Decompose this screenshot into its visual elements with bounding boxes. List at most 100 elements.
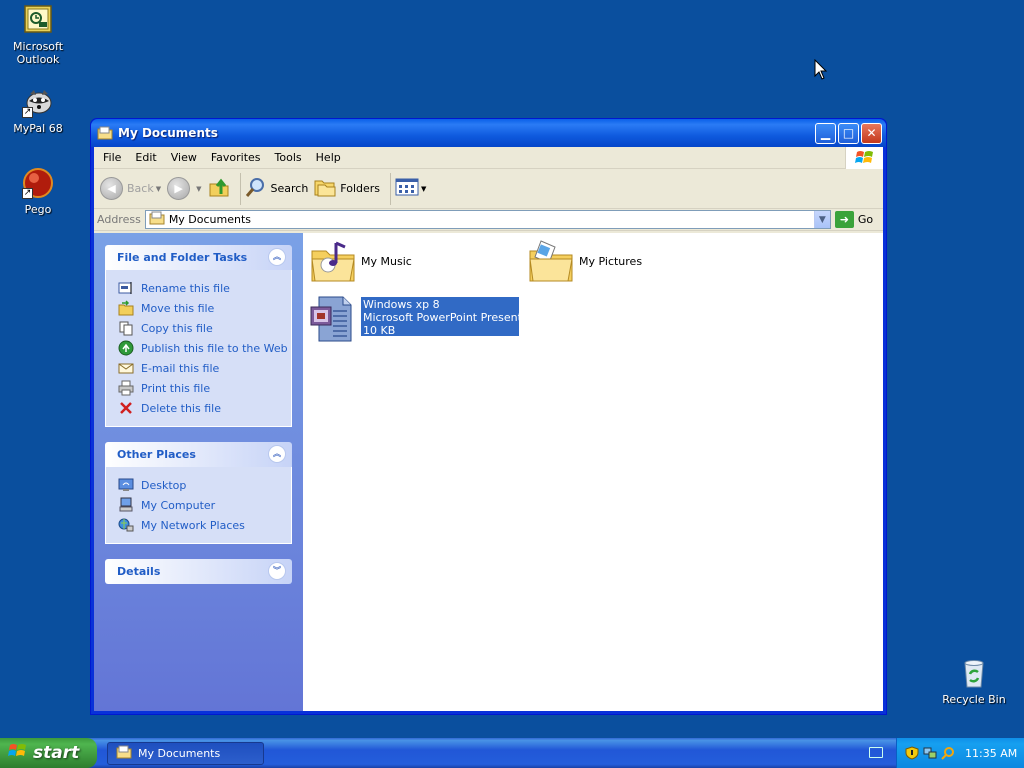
pictures-folder-icon — [527, 237, 575, 285]
desktop-icon-label: Recycle Bin — [942, 693, 1006, 706]
address-field[interactable]: My Documents ▼ — [144, 210, 831, 229]
address-dropdown-button[interactable]: ▼ — [813, 211, 830, 228]
desktop-icon-label: MyPal 68 — [13, 122, 63, 135]
link-label: My Computer — [141, 498, 216, 512]
globe-icon — [118, 340, 134, 356]
up-folder-button[interactable] — [208, 176, 230, 201]
file-type: Microsoft PowerPoint Present... — [363, 311, 519, 324]
go-arrow-icon: ➜ — [834, 211, 854, 228]
search-button[interactable]: Search — [245, 176, 309, 201]
window-client: File Edit View Favorites Tools Help ◀ Ba… — [94, 147, 883, 711]
maximize-icon: □ — [842, 126, 855, 140]
go-button[interactable]: ➜ Go — [834, 211, 874, 228]
other-places-list: Desktop My Computer My Network Places — [105, 467, 292, 544]
folders-button[interactable]: Folders — [314, 177, 380, 200]
details-panel: Details ︾ — [105, 559, 292, 584]
back-button[interactable]: ◀ Back ▼ — [100, 177, 161, 200]
menu-tools[interactable]: Tools — [268, 151, 309, 164]
search-tray-icon[interactable] — [941, 746, 955, 760]
menu-help[interactable]: Help — [309, 151, 348, 164]
forward-arrow-icon: ▶ — [167, 177, 191, 200]
menu-view[interactable]: View — [164, 151, 204, 164]
file-folder-tasks-header[interactable]: File and Folder Tasks ︽ — [105, 245, 292, 270]
delete-file-link[interactable]: Delete this file — [118, 398, 291, 418]
network-icon — [118, 517, 134, 533]
mypal-icon: ↗ — [22, 86, 54, 118]
menu-bar: File Edit View Favorites Tools Help — [94, 147, 883, 169]
windows-logo-icon — [845, 147, 883, 169]
link-label: Delete this file — [141, 401, 221, 415]
other-places-panel: Other Places ︽ Desktop My Computer My Ne… — [105, 442, 292, 544]
explorer-window: My Documents ▁ □ ✕ File Edit View Favori… — [90, 118, 887, 715]
my-network-places-link[interactable]: My Network Places — [118, 515, 291, 535]
link-label: Move this file — [141, 301, 215, 315]
menu-favorites[interactable]: Favorites — [204, 151, 268, 164]
copy-file-link[interactable]: Copy this file — [118, 318, 291, 338]
folder-item-my-pictures[interactable]: My Pictures — [527, 237, 642, 285]
chevron-down-icon: ▼ — [818, 214, 826, 225]
link-label: Rename this file — [141, 281, 230, 295]
minimize-button[interactable]: ▁ — [815, 122, 836, 144]
windows-flag-icon — [8, 742, 28, 765]
window-title: My Documents — [118, 126, 218, 140]
menu-edit[interactable]: Edit — [128, 151, 163, 164]
selected-file-label[interactable]: Windows xp 8 Microsoft PowerPoint Presen… — [361, 297, 519, 336]
other-places-header[interactable]: Other Places ︽ — [105, 442, 292, 467]
desktop-icon-recycle-bin[interactable]: Recycle Bin — [936, 657, 1012, 706]
printer-icon — [118, 380, 134, 396]
desktop-link[interactable]: Desktop — [118, 475, 291, 495]
maximize-button[interactable]: □ — [838, 122, 859, 144]
desktop-icon-pego[interactable]: ↗ Pego — [0, 167, 76, 216]
panel-title: File and Folder Tasks — [117, 251, 248, 264]
link-label: Print this file — [141, 381, 211, 395]
address-value: My Documents — [168, 213, 252, 226]
taskbar-button-my-documents[interactable]: My Documents — [107, 741, 264, 765]
desktop-icon-mypal[interactable]: ↗ MyPal 68 — [0, 86, 76, 135]
toolbar-separator — [239, 172, 241, 205]
back-label: Back — [127, 182, 154, 195]
forward-button[interactable]: ▶ ▼ — [167, 177, 202, 200]
delete-x-icon — [118, 400, 134, 416]
go-label: Go — [857, 213, 874, 226]
link-label: E-mail this file — [141, 361, 220, 375]
task-button-label: My Documents — [138, 746, 221, 760]
print-file-link[interactable]: Print this file — [118, 378, 291, 398]
move-icon — [118, 300, 134, 316]
publish-web-link[interactable]: Publish this file to the Web — [118, 338, 291, 358]
title-bar[interactable]: My Documents ▁ □ ✕ — [91, 119, 886, 147]
copy-icon — [118, 320, 134, 336]
keyboard-icon[interactable] — [869, 747, 883, 758]
file-item-windows-xp-8[interactable] — [309, 295, 361, 343]
views-button[interactable]: ▼ — [395, 178, 426, 199]
computer-icon — [118, 497, 134, 513]
dropdown-arrow-icon: ▼ — [155, 184, 162, 193]
email-file-link[interactable]: E-mail this file — [118, 358, 291, 378]
collapse-icon[interactable]: ︽ — [268, 248, 286, 266]
file-size: 10 KB — [363, 324, 396, 336]
expand-icon[interactable]: ︾ — [268, 562, 286, 580]
menu-file[interactable]: File — [96, 151, 128, 164]
security-shield-icon[interactable] — [905, 746, 919, 760]
explorer-body: File and Folder Tasks ︽ Rename this file — [94, 233, 883, 711]
collapse-icon[interactable]: ︽ — [268, 445, 286, 463]
move-file-link[interactable]: Move this file — [118, 298, 291, 318]
close-button[interactable]: ✕ — [861, 122, 882, 144]
system-tray: 11:35 AM — [896, 738, 1024, 768]
clock[interactable]: 11:35 AM — [965, 747, 1017, 760]
network-tray-icon[interactable] — [923, 746, 937, 760]
file-tasks-list: Rename this file Move this file Copy thi… — [105, 270, 292, 427]
desktop-icon-outlook[interactable]: Microsoft Outlook — [0, 4, 76, 66]
back-arrow-icon: ◀ — [100, 177, 123, 200]
outlook-icon — [22, 4, 54, 36]
start-button[interactable]: start — [0, 738, 97, 768]
folder-item-my-music[interactable]: My Music — [309, 237, 412, 285]
file-view: My Music My Pictures Windows xp 8 Micros… — [303, 233, 883, 711]
search-icon — [245, 176, 267, 201]
task-pane: File and Folder Tasks ︽ Rename this file — [94, 233, 303, 711]
search-label: Search — [270, 182, 309, 195]
rename-file-link[interactable]: Rename this file — [118, 278, 291, 298]
details-header[interactable]: Details ︾ — [105, 559, 292, 584]
close-icon: ✕ — [866, 126, 877, 140]
my-computer-link[interactable]: My Computer — [118, 495, 291, 515]
link-label: Copy this file — [141, 321, 213, 335]
